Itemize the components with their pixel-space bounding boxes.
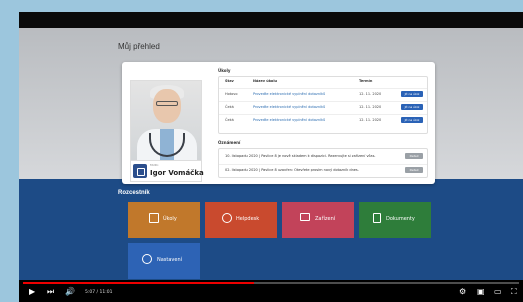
tile-nastaveni[interactable]: Nastavení <box>128 243 200 279</box>
task-name-link[interactable]: Proveďte elektronické vyplnění dotazníků <box>253 118 325 122</box>
go-to-task-button[interactable]: Jít na úkol <box>401 117 423 123</box>
theater-icon[interactable]: ▭ <box>494 288 502 296</box>
tile-dokumenty[interactable]: Dokumenty <box>359 202 431 238</box>
fullscreen-icon[interactable]: ⛶ <box>511 288 517 296</box>
col-header-name: Název úkolu <box>253 79 278 83</box>
progress-fill <box>23 282 254 284</box>
col-header-date: Termín <box>359 79 373 83</box>
document-icon <box>373 213 381 223</box>
hospital-logo-icon <box>133 164 147 178</box>
profile-namecard: MUDr. Igor Vomáčka <box>130 160 204 182</box>
task-date: 12. 11. 2020 <box>359 92 382 96</box>
go-to-task-button[interactable]: Jít na úkol <box>401 104 423 110</box>
task-status: Čeká <box>225 118 234 122</box>
tile-zarizeni[interactable]: Zařízení <box>282 202 354 238</box>
app-screen: Můj přehled MUDr. Igor Vomáčka Úkoly Sta… <box>19 28 523 280</box>
list-icon <box>149 213 159 223</box>
task-date: 12. 11. 2020 <box>359 118 382 122</box>
tile-label: Helpdesk <box>236 216 260 222</box>
notice-detail-button[interactable]: Detail <box>405 153 423 159</box>
overview-card: MUDr. Igor Vomáčka Úkoly Stav Název úkol… <box>122 62 435 184</box>
list-item: 02. listopadu 2020 | Pavlice 8 uzavřen: … <box>219 164 427 175</box>
player-controls: ▶ ⏭ 🔊 5:07 / 11:01 ⚙ ▣ ▭ ⛶ <box>19 280 523 302</box>
notice-text: 10. listopadu 2020 | Pavlice 8 je nově s… <box>225 154 376 158</box>
profile-name: Igor Vomáčka <box>150 169 204 177</box>
settings-icon[interactable]: ⚙ <box>459 288 466 296</box>
progress-bar[interactable] <box>23 282 519 284</box>
col-header-status: Stav <box>225 79 234 83</box>
go-to-task-button[interactable]: Jít na úkol <box>401 91 423 97</box>
table-row: Hotovo Proveďte elektronické vyplnění do… <box>219 88 427 99</box>
tile-label: Úkoly <box>163 216 177 222</box>
notice-text: 02. listopadu 2020 | Pavlice 8 uzavřen: … <box>225 168 359 172</box>
notice-detail-button[interactable]: Detail <box>405 167 423 173</box>
task-status: Hotovo <box>225 92 238 96</box>
page-title: Můj přehled <box>118 42 160 51</box>
user-settings-icon <box>142 254 152 264</box>
table-row: Čeká Proveďte elektronické vyplnění dota… <box>219 114 427 125</box>
tasks-table: Stav Název úkolu Termín Hotovo Proveďte … <box>218 76 428 134</box>
next-icon[interactable]: ⏭ <box>47 288 54 296</box>
tasks-section-label: Úkoly <box>218 68 231 73</box>
tile-label: Dokumenty <box>386 216 415 222</box>
list-item: 10. listopadu 2020 | Pavlice 8 je nově s… <box>219 151 427 162</box>
lifebuoy-icon <box>222 213 232 223</box>
profile-role: MUDr. <box>150 163 160 167</box>
time-display: 5:07 / 11:01 <box>85 290 113 295</box>
rozcestnik-title: Rozcestník <box>118 190 150 196</box>
table-row: Čeká Proveďte elektronické vyplnění dota… <box>219 101 427 112</box>
tile-label: Nastavení <box>157 257 183 263</box>
tile-ukoly[interactable]: Úkoly <box>128 202 200 238</box>
task-date: 12. 11. 2020 <box>359 105 382 109</box>
profile-photo <box>130 80 202 172</box>
video-letterbox-top <box>19 12 523 28</box>
task-name-link[interactable]: Proveďte elektronické vyplnění dotazníků <box>253 92 325 96</box>
notices-section-label: Oznámení <box>218 140 241 145</box>
tile-label: Zařízení <box>315 216 336 222</box>
task-status: Čeká <box>225 105 234 109</box>
laptop-icon <box>300 213 310 221</box>
notices-list: 10. listopadu 2020 | Pavlice 8 je nově s… <box>218 148 428 178</box>
volume-icon[interactable]: 🔊 <box>65 288 75 296</box>
task-name-link[interactable]: Proveďte elektronické vyplnění dotazníků <box>253 105 325 109</box>
video-player[interactable]: Můj přehled MUDr. Igor Vomáčka Úkoly Sta… <box>19 12 523 302</box>
tile-helpdesk[interactable]: Helpdesk <box>205 202 277 238</box>
miniplayer-icon[interactable]: ▣ <box>477 288 485 296</box>
play-icon[interactable]: ▶ <box>29 288 35 296</box>
